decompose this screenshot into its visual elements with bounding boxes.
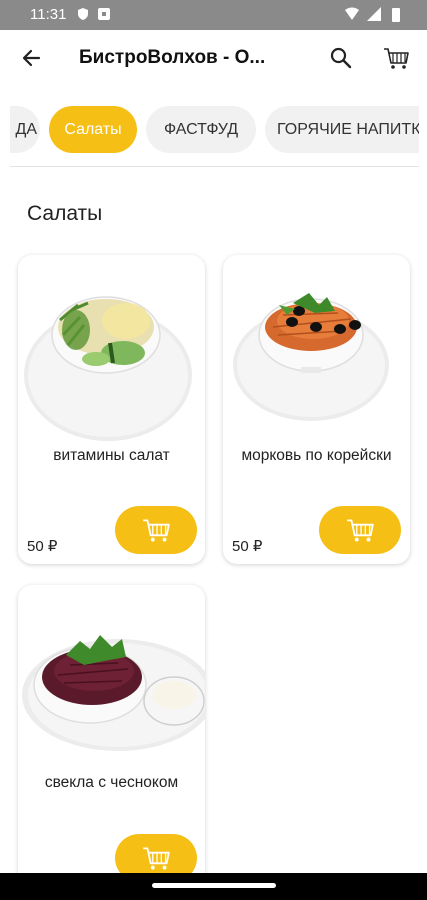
product-price: 50 ₽	[27, 538, 58, 555]
cart-icon	[143, 847, 170, 870]
product-name: свекла с чесноком	[44, 774, 179, 791]
product-card[interactable]: свекла с чесноком	[18, 585, 205, 894]
status-icons	[345, 7, 400, 22]
tab-previous[interactable]: ДА	[10, 106, 40, 153]
shield-icon	[78, 8, 88, 20]
cart-icon	[347, 519, 374, 542]
status-time: 11:31	[30, 6, 67, 23]
tab-hot-drinks[interactable]: ГОРЯЧИЕ НАПИТКИ	[265, 106, 419, 153]
product-image	[24, 296, 192, 441]
category-tabs: ДА Салаты ФАСТФУД ГОРЯЧИЕ НАПИТКИ	[10, 104, 419, 156]
add-to-cart-button[interactable]	[319, 506, 401, 554]
tab-label: Салаты	[64, 121, 122, 138]
product-card[interactable]: витамины салат 50 ₽	[18, 255, 205, 564]
app-notification-icon	[98, 8, 110, 20]
tab-label: ФАСТФУД	[163, 121, 239, 138]
wifi-icon	[345, 7, 359, 20]
status-bar: 11:31	[0, 0, 427, 30]
product-name: витамины салат	[53, 447, 170, 464]
product-image	[22, 635, 205, 751]
navigation-bar	[0, 873, 427, 900]
search-icon[interactable]	[326, 43, 356, 73]
tabs-divider	[10, 166, 419, 167]
section-title: Салаты	[27, 202, 103, 225]
signal-icon	[367, 7, 381, 21]
cart-icon[interactable]	[381, 43, 411, 73]
page-title: БистроВолхов - О...	[79, 47, 266, 68]
app-bar: БистроВолхов - О...	[0, 30, 427, 86]
product-name: морковь по корейски	[241, 447, 392, 464]
tab-fastfood[interactable]: ФАСТФУД	[146, 106, 256, 153]
add-to-cart-button[interactable]	[115, 506, 197, 554]
arrow-left-icon[interactable]	[17, 43, 47, 73]
tab-salads[interactable]: Салаты	[49, 106, 137, 153]
cart-icon	[143, 519, 170, 542]
product-card[interactable]: морковь по корейски 50 ₽	[223, 255, 410, 564]
tab-label: ДА	[15, 121, 37, 138]
battery-icon	[392, 8, 400, 22]
product-image	[233, 293, 389, 421]
tab-label: ГОРЯЧИЕ НАПИТКИ	[277, 121, 419, 138]
home-gesture-handle[interactable]	[152, 883, 276, 888]
product-price: 50 ₽	[232, 538, 263, 555]
